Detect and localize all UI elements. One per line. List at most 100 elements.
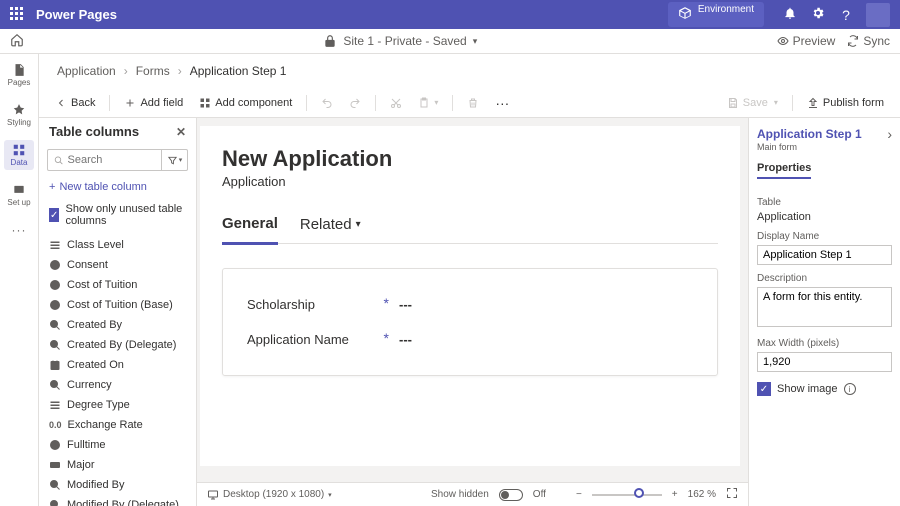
column-item[interactable]: Class Level	[39, 235, 196, 255]
search-input-wrapper[interactable]	[48, 150, 161, 170]
environment-picker[interactable]: Environment	[668, 2, 764, 27]
prop-section: Properties	[757, 162, 811, 179]
close-panel-button[interactable]: ✕	[176, 125, 186, 139]
global-header: Power Pages Environment ?	[0, 0, 900, 29]
preview-button[interactable]: Preview	[777, 34, 836, 48]
info-icon[interactable]: i	[844, 383, 856, 395]
required-icon: *	[384, 295, 389, 311]
table-label: Table	[757, 197, 892, 208]
filter-button[interactable]: ▾	[161, 150, 187, 170]
description-label: Description	[757, 273, 892, 284]
column-item[interactable]: Created On	[39, 355, 196, 375]
device-indicator[interactable]: Desktop (1920 x 1080) ▾	[207, 489, 332, 501]
column-item[interactable]: Major	[39, 455, 196, 475]
table-columns-panel: Table columns ✕ ▾ + New table column ✓ S…	[39, 118, 197, 506]
column-item[interactable]: Currency	[39, 375, 196, 395]
form-title: New Application	[222, 146, 718, 172]
column-item[interactable]: Cost of Tuition (Base)	[39, 295, 196, 315]
form-section[interactable]: Scholarship* --- Application Name* ---	[222, 268, 718, 376]
paste-button[interactable]: ▾	[412, 94, 444, 112]
column-item[interactable]: 0.0Exchange Rate	[39, 415, 196, 435]
cut-button[interactable]	[384, 94, 408, 112]
column-item[interactable]: Cost of Tuition	[39, 275, 196, 295]
tab-related[interactable]: Related ▾	[300, 209, 361, 243]
column-item[interactable]: Fulltime	[39, 435, 196, 455]
nav-styling[interactable]: Styling	[4, 100, 34, 130]
tab-general[interactable]: General	[222, 209, 278, 245]
required-icon: *	[384, 330, 389, 346]
column-item[interactable]: Consent	[39, 255, 196, 275]
more-button[interactable]: ···	[489, 92, 515, 114]
add-component-button[interactable]: Add component	[193, 94, 298, 112]
save-button[interactable]: Save▾	[721, 94, 784, 112]
max-width-input[interactable]	[757, 352, 892, 372]
crumb-forms[interactable]: Forms	[136, 64, 170, 78]
form-canvas: New Application Application General Rela…	[197, 118, 748, 506]
breadcrumb: Application › Forms › Application Step 1	[39, 54, 900, 88]
prop-subtitle: Main form	[757, 142, 892, 152]
column-item[interactable]: Modified By (Delegate)	[39, 495, 196, 506]
chevron-right-icon: ›	[124, 64, 128, 78]
show-hidden-state: Off	[533, 489, 546, 500]
display-name-label: Display Name	[757, 231, 892, 242]
app-title: Power Pages	[36, 7, 668, 22]
sync-button[interactable]: Sync	[847, 34, 890, 48]
nav-rail: Pages Styling Data Set up ···	[0, 54, 39, 506]
chevron-right-icon: ›	[178, 64, 182, 78]
column-item[interactable]: Degree Type	[39, 395, 196, 415]
table-value: Application	[757, 211, 892, 223]
notifications-button[interactable]	[776, 6, 804, 23]
form-subtitle: Application	[222, 174, 718, 189]
context-bar: Site 1 - Private - Saved ▾ Preview Sync	[0, 29, 900, 54]
add-field-button[interactable]: Add field	[118, 94, 189, 112]
undo-button[interactable]	[315, 94, 339, 112]
canvas-statusbar: Desktop (1920 x 1080) ▾ Show hidden Off …	[197, 482, 748, 506]
field-application-name[interactable]: Application Name* ---	[247, 322, 693, 357]
column-list: Class LevelConsentCost of TuitionCost of…	[39, 235, 196, 506]
checkbox-icon: ✓	[49, 208, 59, 222]
form-card[interactable]: New Application Application General Rela…	[200, 126, 740, 466]
fit-button[interactable]	[726, 487, 738, 502]
help-button[interactable]: ?	[832, 7, 860, 23]
back-button[interactable]: Back	[49, 94, 101, 112]
command-bar: Back Add field Add component ▾ ··· Save▾…	[39, 88, 900, 118]
show-hidden-toggle[interactable]	[499, 489, 523, 501]
zoom-value: 162 %	[688, 489, 716, 500]
zoom-in-button[interactable]: +	[672, 489, 678, 500]
column-item[interactable]: Created By (Delegate)	[39, 335, 196, 355]
panel-title: Table columns	[49, 124, 139, 139]
app-launcher-icon[interactable]	[10, 7, 26, 23]
nav-pages[interactable]: Pages	[4, 60, 34, 90]
show-image-checkbox[interactable]: ✓ Show image i	[757, 382, 892, 396]
field-scholarship[interactable]: Scholarship* ---	[247, 287, 693, 322]
description-input[interactable]	[757, 287, 892, 327]
display-name-input[interactable]	[757, 245, 892, 265]
column-item[interactable]: Modified By	[39, 475, 196, 495]
nav-data[interactable]: Data	[4, 140, 34, 170]
expand-button[interactable]: ›	[887, 126, 892, 142]
delete-button[interactable]	[461, 94, 485, 112]
unused-columns-checkbox[interactable]: ✓ Show only unused table columns	[39, 199, 196, 235]
user-avatar[interactable]	[866, 3, 890, 27]
chevron-down-icon: ▾	[356, 219, 361, 230]
nav-more[interactable]: ···	[4, 220, 34, 240]
settings-button[interactable]	[804, 6, 832, 23]
search-icon	[54, 155, 64, 166]
checkbox-icon: ✓	[757, 382, 771, 396]
new-column-button[interactable]: + New table column	[39, 175, 196, 199]
properties-panel: Application Step 1 › Main form Propertie…	[748, 118, 900, 506]
redo-button[interactable]	[343, 94, 367, 112]
column-item[interactable]: Created By	[39, 315, 196, 335]
crumb-current: Application Step 1	[190, 64, 287, 78]
environment-icon	[678, 6, 692, 23]
show-hidden-label: Show hidden	[431, 489, 489, 500]
nav-setup[interactable]: Set up	[4, 180, 34, 210]
environment-value	[698, 15, 754, 24]
publish-button[interactable]: Publish form	[801, 94, 890, 112]
zoom-slider[interactable]	[592, 494, 662, 496]
column-search-input[interactable]	[68, 154, 155, 166]
home-button[interactable]	[10, 33, 24, 50]
crumb-application[interactable]: Application	[57, 64, 116, 78]
zoom-out-button[interactable]: −	[576, 489, 582, 500]
site-status[interactable]: Site 1 - Private - Saved ▾	[24, 34, 777, 48]
